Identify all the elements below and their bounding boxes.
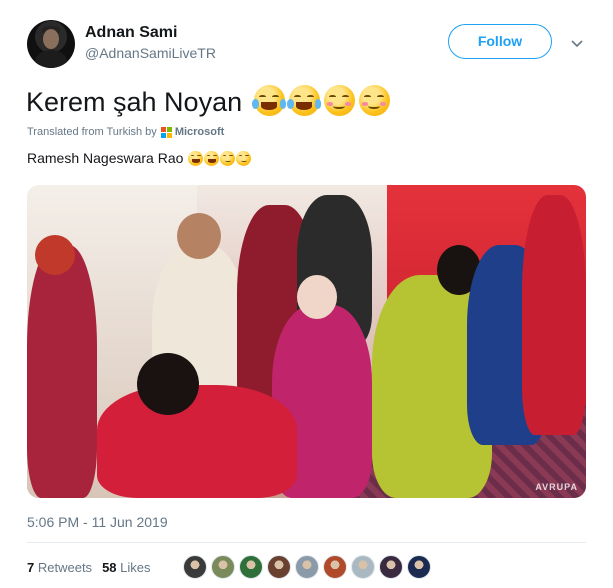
liker-avatar[interactable]: [323, 555, 347, 579]
retweets-label: Retweets: [37, 560, 93, 575]
display-name[interactable]: Adnan Sami: [85, 24, 177, 42]
retweets-stat[interactable]: 7 Retweets: [27, 560, 92, 575]
chevron-down-icon[interactable]: [569, 35, 585, 51]
tweet-stats: 7 Retweets 58 Likes: [27, 559, 151, 577]
liker-avatar[interactable]: [267, 555, 291, 579]
tears-of-joy-emoji-icon: [204, 150, 220, 166]
likers-avatars: [183, 555, 435, 581]
liker-avatar[interactable]: [351, 555, 375, 579]
tears-of-joy-emoji-icon: [188, 150, 204, 166]
tears-of-joy-emoji-icon: [286, 85, 322, 117]
follow-button[interactable]: Follow: [448, 24, 552, 59]
translated-text: Ramesh Nageswara Rao: [27, 148, 252, 168]
liker-avatar[interactable]: [379, 555, 403, 579]
likes-stat[interactable]: 58 Likes: [102, 560, 150, 575]
avatar[interactable]: [27, 20, 75, 68]
translation-label: Translated from Turkish by: [27, 126, 157, 138]
media-watermark: AVRUPA: [535, 482, 578, 492]
tweet-timestamp[interactable]: 5:06 PM - 11 Jun 2019: [27, 514, 168, 530]
liker-avatar[interactable]: [211, 555, 235, 579]
translation-attribution: Translated from Turkish by Microsoft: [27, 126, 224, 138]
media-video[interactable]: AVRUPA: [27, 185, 586, 498]
smiling-face-emoji-icon: [358, 85, 390, 117]
smiling-face-emoji-icon: [220, 150, 236, 166]
liker-avatar[interactable]: [239, 555, 263, 579]
user-handle[interactable]: @AdnanSamiLiveTR: [85, 45, 216, 61]
likes-count: 58: [102, 560, 117, 575]
likes-label: Likes: [120, 560, 151, 575]
microsoft-logo-icon: [160, 126, 172, 138]
tweet-text: Kerem şah Noyan: [26, 82, 390, 122]
liker-avatar[interactable]: [183, 555, 207, 579]
tweet-card: Adnan Sami @AdnanSamiLiveTR Follow Kerem…: [0, 0, 613, 588]
smiling-face-emoji-icon: [323, 85, 355, 117]
smiling-face-emoji-icon: [236, 150, 252, 166]
liker-avatar[interactable]: [295, 555, 319, 579]
translation-provider[interactable]: Microsoft: [175, 126, 225, 138]
translated-body: Ramesh Nageswara Rao: [27, 150, 184, 166]
divider: [27, 542, 586, 543]
tweet-body: Kerem şah Noyan: [26, 87, 243, 117]
liker-avatar[interactable]: [407, 555, 431, 579]
tears-of-joy-emoji-icon: [251, 85, 287, 117]
retweets-count: 7: [27, 560, 35, 575]
